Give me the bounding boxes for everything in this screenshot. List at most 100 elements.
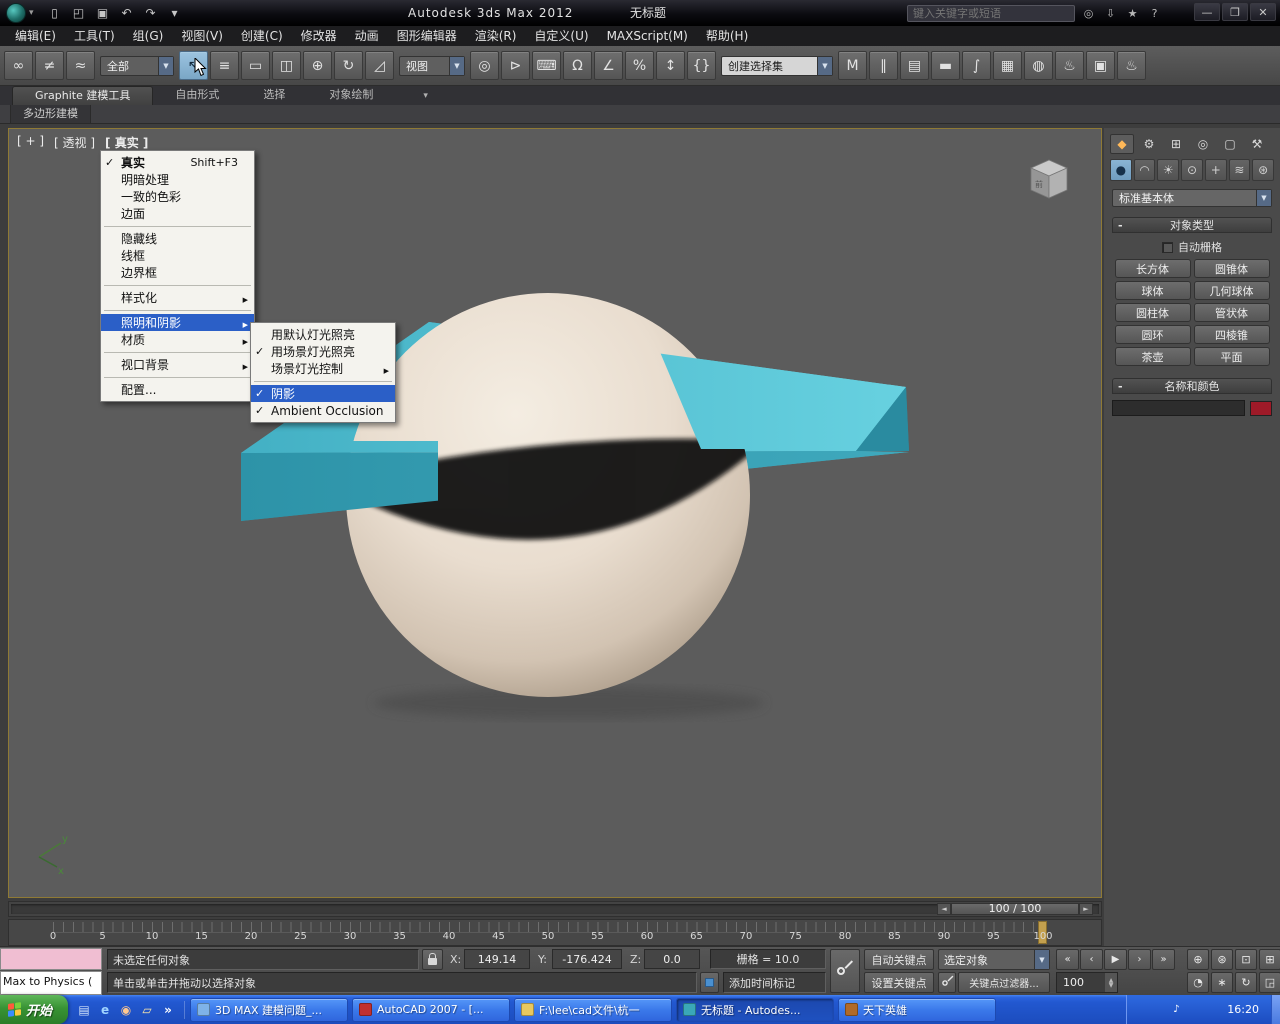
ctx-shaded[interactable]: 明暗处理 <box>101 171 254 188</box>
open-file-icon[interactable]: ◰ <box>68 3 90 23</box>
keyboard-override-button[interactable]: ⌨ <box>532 51 561 80</box>
task-autocad[interactable]: AutoCAD 2007 - [... <box>352 998 510 1022</box>
sub-scene-light-control[interactable]: 场景灯光控制 <box>251 360 395 377</box>
next-frame-button[interactable]: › <box>1128 949 1151 970</box>
x-coordinate-field[interactable]: 149.14 <box>464 949 530 969</box>
search-icon[interactable]: ◎ <box>1079 4 1098 22</box>
angle-snap-button[interactable]: ∠ <box>594 51 623 80</box>
messenger-tray-icon[interactable] <box>1203 1003 1217 1017</box>
unlink-selection-button[interactable]: ≠ <box>35 51 64 80</box>
add-time-tag-field[interactable]: 添加时间标记 <box>723 972 826 993</box>
ctx-realistic[interactable]: 真实 Shift+F3 <box>101 154 254 171</box>
edit-named-selections-button[interactable]: {} <box>687 51 716 80</box>
menu-modifiers[interactable]: 修改器 <box>292 26 346 46</box>
panel-polygon-modeling[interactable]: 多边形建模 <box>10 105 91 123</box>
task-3dsmax[interactable]: 无标题 - Autodes... <box>676 998 834 1022</box>
previous-frame-arrow[interactable]: ◄ <box>937 903 951 915</box>
cat-geometry[interactable]: ● <box>1110 159 1132 181</box>
menu-create[interactable]: 创建(C) <box>232 26 292 46</box>
y-coordinate-field[interactable]: -176.424 <box>552 949 622 969</box>
maxscript-listener-field[interactable]: Max to Physics ( <box>0 971 102 995</box>
ctx-hidden-line[interactable]: 隐藏线 <box>101 230 254 247</box>
alert-tray-icon[interactable] <box>1152 1003 1166 1017</box>
ctx-edged-faces[interactable]: 边面 <box>101 205 254 222</box>
fov-button[interactable]: ◔ <box>1187 972 1209 993</box>
selection-region-button[interactable]: ▭ <box>241 51 270 80</box>
ctx-stylized[interactable]: 样式化 <box>101 289 254 306</box>
viewport-shading-menu[interactable]: [ 真实 ] <box>105 134 148 151</box>
select-and-manipulate-button[interactable]: ⊳ <box>501 51 530 80</box>
help-icon[interactable]: ? <box>1145 4 1164 22</box>
cat-lights[interactable]: ☀ <box>1157 159 1179 181</box>
project-folder-icon[interactable]: ▾ <box>164 3 186 23</box>
window-crossing-button[interactable]: ◫ <box>272 51 301 80</box>
menu-tools[interactable]: 工具(T) <box>65 26 124 46</box>
ctx-configure[interactable]: 配置... <box>101 381 254 398</box>
spinner-snap-button[interactable]: ↕ <box>656 51 685 80</box>
render-setup-button[interactable]: ♨ <box>1055 51 1084 80</box>
new-scene-icon[interactable]: ▯ <box>44 3 66 23</box>
previous-frame-button[interactable]: ‹ <box>1080 949 1103 970</box>
autogrid-checkbox[interactable] <box>1162 242 1173 253</box>
schematic-view-button[interactable]: ▦ <box>993 51 1022 80</box>
tab-create[interactable]: ◆ <box>1110 134 1134 154</box>
current-frame-field[interactable]: 100 ▲▼ <box>1056 972 1118 993</box>
application-menu-button[interactable]: ▾ <box>0 0 40 26</box>
ctx-consistent-colors[interactable]: 一致的色彩 <box>101 188 254 205</box>
sub-scene-lights[interactable]: 用场景灯光照亮 <box>251 343 395 360</box>
ctx-materials[interactable]: 材质 <box>101 331 254 348</box>
key-filters-button[interactable]: 关键点过滤器... <box>958 972 1050 993</box>
antivirus-tray-icon[interactable] <box>1135 1003 1149 1017</box>
select-by-name-button[interactable]: ≡ <box>210 51 239 80</box>
media-player-button[interactable]: ◉ <box>117 1001 135 1019</box>
btn-sphere[interactable]: 球体 <box>1115 281 1191 300</box>
select-and-link-button[interactable]: ∞ <box>4 51 33 80</box>
btn-torus[interactable]: 圆环 <box>1115 325 1191 344</box>
menu-help[interactable]: 帮助(H) <box>697 26 757 46</box>
reference-coordinate-dropdown[interactable]: 视图 ▼ <box>399 56 465 76</box>
auto-key-button[interactable]: 自动关键点 <box>864 949 934 970</box>
selection-filter-dropdown[interactable]: 全部 ▼ <box>100 56 174 76</box>
folders-button[interactable]: ▱ <box>138 1001 156 1019</box>
minimize-button[interactable]: — <box>1194 3 1220 21</box>
spinner-arrows-icon[interactable]: ▲▼ <box>1105 973 1117 992</box>
pan-button[interactable]: ∗ <box>1211 972 1233 993</box>
key-filters-key-button[interactable] <box>938 972 956 993</box>
cat-helpers[interactable]: + <box>1205 159 1227 181</box>
ctx-wireframe[interactable]: 线框 <box>101 247 254 264</box>
time-slider-track[interactable] <box>11 904 1099 914</box>
tab-motion[interactable]: ◎ <box>1191 134 1215 154</box>
time-slider-handle[interactable]: 100 / 100 <box>951 903 1079 915</box>
ctx-bounding-box[interactable]: 边界框 <box>101 264 254 281</box>
volume-tray-icon[interactable]: ♪ <box>1169 1003 1183 1017</box>
ribbon-toggle-button[interactable]: ▬ <box>931 51 960 80</box>
maximize-viewport-button[interactable]: ◲ <box>1259 972 1280 993</box>
set-key-button[interactable]: 设置关键点 <box>864 972 934 993</box>
task-folder[interactable]: F:\lee\cad文件\杭一 <box>514 998 672 1022</box>
select-and-scale-button[interactable]: ◿ <box>365 51 394 80</box>
language-bar[interactable] <box>1271 995 1280 1024</box>
tab-modify[interactable]: ⚙ <box>1137 134 1161 154</box>
btn-tube[interactable]: 管状体 <box>1194 303 1270 322</box>
btn-teapot[interactable]: 茶壶 <box>1115 347 1191 366</box>
start-button[interactable]: 开始 <box>0 995 68 1024</box>
z-coordinate-field[interactable]: 0.0 <box>644 949 700 969</box>
sub-ambient-occlusion[interactable]: Ambient Occlusion <box>251 402 395 419</box>
undo-icon[interactable]: ↶ <box>116 3 138 23</box>
align-button[interactable]: ∥ <box>869 51 898 80</box>
cat-space-warps[interactable]: ≋ <box>1229 159 1251 181</box>
tab-hierarchy[interactable]: ⊞ <box>1164 134 1188 154</box>
btn-cone[interactable]: 圆锥体 <box>1194 259 1270 278</box>
menu-group[interactable]: 组(G) <box>124 26 173 46</box>
ctx-lighting-shadows[interactable]: 照明和阴影 <box>101 314 254 331</box>
select-and-move-button[interactable]: ⊕ <box>303 51 332 80</box>
cat-shapes[interactable]: ◠ <box>1134 159 1156 181</box>
isolate-toggle-button[interactable] <box>700 972 719 993</box>
rollout-name-color[interactable]: - 名称和颜色 <box>1112 378 1272 394</box>
show-desktop-button[interactable]: ▤ <box>75 1001 93 1019</box>
curve-editor-button[interactable]: ∫ <box>962 51 991 80</box>
rollout-object-type[interactable]: - 对象类型 <box>1112 217 1272 233</box>
ribbon-config-button[interactable]: ▾ <box>423 87 428 105</box>
ie-launch-button[interactable]: e <box>96 1001 114 1019</box>
cat-systems[interactable]: ⊛ <box>1252 159 1274 181</box>
